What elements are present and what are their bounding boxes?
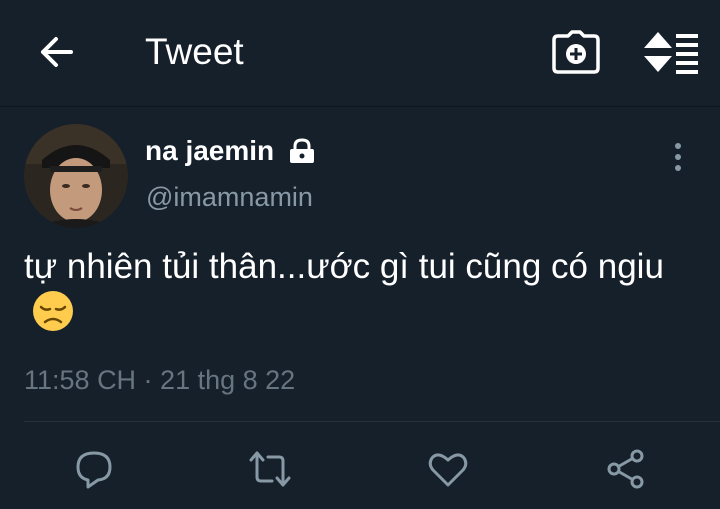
share-icon bbox=[607, 449, 644, 489]
retweet-icon bbox=[249, 451, 291, 487]
arrow-left-icon bbox=[41, 37, 73, 67]
heart-icon bbox=[428, 453, 468, 487]
like-button[interactable] bbox=[426, 447, 470, 491]
share-button[interactable] bbox=[604, 447, 648, 491]
lock-icon bbox=[288, 138, 316, 164]
back-button[interactable] bbox=[36, 32, 76, 72]
reply-button[interactable] bbox=[72, 447, 116, 491]
display-name-text: na jaemin bbox=[145, 135, 275, 166]
divider bbox=[24, 421, 720, 422]
display-name[interactable]: na jaemin bbox=[145, 134, 316, 168]
reply-icon bbox=[76, 451, 112, 489]
tweet-text: tự nhiên tủi thân...ước gì tui cũng có n… bbox=[24, 244, 704, 344]
tweet-text-content: tự nhiên tủi thân...ước gì tui cũng có n… bbox=[24, 247, 664, 286]
avatar[interactable] bbox=[24, 124, 128, 228]
sort-icon bbox=[644, 32, 698, 74]
camera-icon bbox=[552, 30, 600, 74]
more-vertical-icon bbox=[675, 143, 681, 171]
sort-button[interactable] bbox=[642, 30, 700, 74]
retweet-button[interactable] bbox=[248, 447, 292, 491]
page-title: Tweet bbox=[145, 31, 244, 72]
disappointed-face-emoji bbox=[32, 290, 74, 344]
user-handle[interactable]: @imamnamin bbox=[146, 180, 313, 214]
top-bar: Tweet bbox=[0, 0, 720, 107]
camera-button[interactable] bbox=[552, 30, 600, 74]
tweet-timestamp[interactable]: 11:58 CH · 21 thg 8 22 bbox=[24, 362, 295, 398]
more-options-button[interactable] bbox=[664, 140, 692, 174]
